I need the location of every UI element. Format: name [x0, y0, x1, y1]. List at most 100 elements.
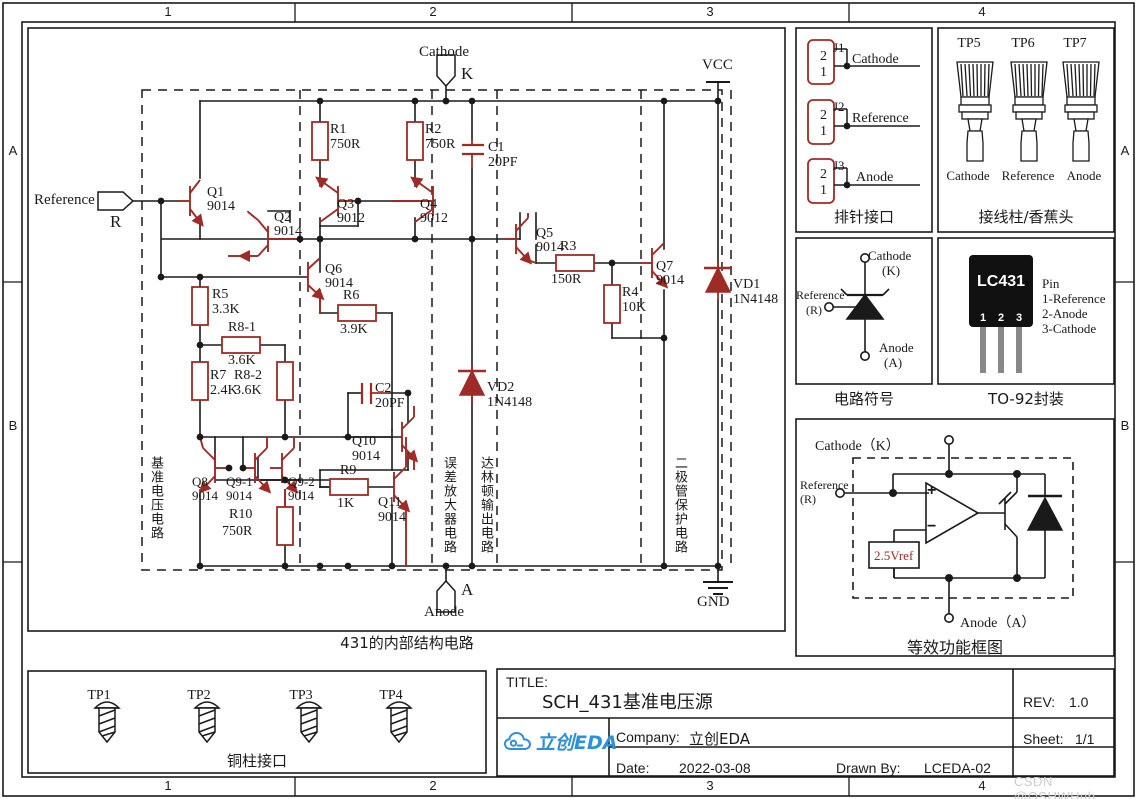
j1-pin-1: 1: [820, 65, 827, 80]
screw-tp3: [295, 701, 323, 744]
block-label-diode-protect-circuit: 二极管保护电路: [672, 456, 687, 554]
r9-ref: R9: [340, 463, 357, 478]
j2-net: Reference: [852, 111, 909, 126]
j3-net: Anode: [856, 170, 894, 185]
to92-pin-item-2: 2-Anode: [1042, 306, 1088, 321]
company-label: Company:: [616, 729, 680, 745]
frame-row-a-right: A: [1120, 143, 1130, 158]
screw-tp1: [93, 701, 121, 744]
designator-q6: Q6 9014: [325, 263, 353, 291]
q1-part: 9014: [207, 199, 235, 214]
j1-ref: J1: [833, 40, 845, 55]
designator-q7: Q7 9014: [656, 260, 684, 288]
symbol-cathode-label: Cathode: [868, 248, 912, 263]
q7-ref: Q7: [656, 259, 674, 274]
r3-value: 150R: [551, 272, 582, 287]
r4-ref: R4: [622, 285, 639, 300]
designator-r2: R2 750R: [425, 122, 455, 152]
main-schematic-drawing: [97, 54, 733, 613]
vd1-ref: VD1: [733, 277, 761, 292]
tp6-net: Reference: [1001, 168, 1055, 183]
rev-label: REV:: [1023, 694, 1056, 710]
r5-ref: R5: [212, 287, 229, 302]
frame-col-2-bottom: 2: [429, 778, 437, 793]
c1-ref: C1: [488, 140, 505, 155]
drawn-by-label: Drawn By:: [836, 760, 901, 776]
designator-q10: Q10 9014: [352, 434, 380, 464]
r6-ref: R6: [343, 288, 360, 303]
block-cathode-label: Cathode（K）: [815, 439, 900, 454]
to92-pin-header: Pin: [1042, 276, 1060, 291]
j2-pin-2: 2: [820, 108, 827, 123]
diode-vd1: [704, 262, 732, 300]
tp7-ref: TP7: [1063, 36, 1087, 51]
r8-1-value: 3.6K: [228, 353, 256, 368]
to92-pin-1: 1: [980, 312, 987, 324]
screw-tp2: [193, 701, 221, 744]
q6-ref: Q6: [325, 262, 343, 277]
port-reference: [97, 191, 135, 211]
r2-ref: R2: [425, 122, 442, 137]
r4-value: 10K: [622, 300, 647, 315]
lceda-logo-text: 立创EDA: [536, 732, 618, 754]
q11-part: 9014: [378, 510, 406, 525]
main-schematic-caption: 431的内部结构电路: [340, 634, 474, 652]
tp4-label: TP4: [379, 688, 403, 703]
tp7-net: Anode: [1066, 168, 1102, 183]
vd2-value: 1N4148: [487, 395, 533, 410]
q3-part: 9012: [337, 211, 365, 226]
designator-r1: R1 750R: [330, 122, 360, 152]
to92-pin-item-3: 3-Cathode: [1042, 321, 1097, 336]
tp6-ref: TP6: [1011, 36, 1035, 51]
j3-ref: J3: [833, 158, 845, 173]
schematic-page: 1 2 3 4 1 2 3 4 A B A B Reference R Cath…: [0, 0, 1137, 799]
j1-net: Cathode: [852, 52, 899, 67]
title-value: SCH_431基准电压源: [542, 692, 713, 713]
company-value: 立创EDA: [689, 730, 751, 748]
q8-ref: Q8: [192, 474, 208, 489]
q1-ref: Q1: [207, 185, 225, 200]
to92-pin-legend: Pin 1-Reference 2-Anode 3-Cathode: [1042, 276, 1106, 336]
block-label-reference-circuit: 基准电压电路: [148, 456, 163, 540]
frame-col-1-bottom: 1: [164, 778, 172, 793]
panel-pin-header-caption: 排针接口: [833, 208, 894, 226]
symbol-cathode-pin: (K): [882, 263, 901, 278]
panel-to92-caption: TO-92封装: [988, 390, 1064, 408]
q10-ref: Q10: [352, 434, 377, 449]
rev-value: 1.0: [1069, 694, 1089, 710]
r8-1-ref: R8-1: [228, 320, 256, 335]
c2-ref: C2: [375, 381, 392, 396]
frame-col-4: 4: [978, 4, 986, 19]
to92-pin-2: 2: [998, 312, 1005, 324]
banana-post-tp5: [956, 61, 994, 162]
c2-value: 20PF: [375, 396, 405, 411]
designator-r5: R5 3.3K: [212, 287, 240, 317]
vd2-ref: VD2: [487, 380, 515, 395]
q11-ref: Q11: [378, 495, 402, 510]
tp1-label: TP1: [87, 688, 111, 703]
block-reference-pin: (R): [800, 492, 816, 506]
q9-1-ref: Q9-1: [226, 474, 253, 489]
block-reference-text: Reference: [800, 478, 849, 492]
r2-value: 750R: [425, 137, 456, 152]
j2-ref: J2: [833, 99, 845, 114]
lceda-logo: 立创EDA: [504, 728, 617, 755]
j2-pin-1: 1: [820, 124, 827, 139]
r3-ref: R3: [560, 239, 577, 254]
to92-pin-item-1: 1-Reference: [1042, 291, 1106, 306]
j3-pin-1: 1: [820, 183, 827, 198]
vd1-value: 1N4148: [733, 292, 779, 307]
designator-q8: Q8 9014: [192, 475, 218, 503]
designator-q9-1: Q9-1 9014: [226, 475, 253, 503]
to92-pin-3: 3: [1016, 312, 1023, 324]
r8-2-ref: R8-2: [234, 368, 262, 383]
designator-q1: Q1 9014: [207, 186, 235, 214]
symbol-anode-label: Anode: [879, 340, 914, 355]
label-anode-port: Anode: [424, 604, 464, 620]
r6-value: 3.9K: [340, 322, 368, 337]
block-label-darlington-circuit: 达林顿输出电路: [478, 456, 493, 554]
label-vcc: VCC: [702, 57, 733, 73]
cloud-icon: [504, 731, 532, 750]
designator-c1: C1 20PF: [488, 140, 518, 170]
date-label: Date:: [616, 760, 650, 776]
